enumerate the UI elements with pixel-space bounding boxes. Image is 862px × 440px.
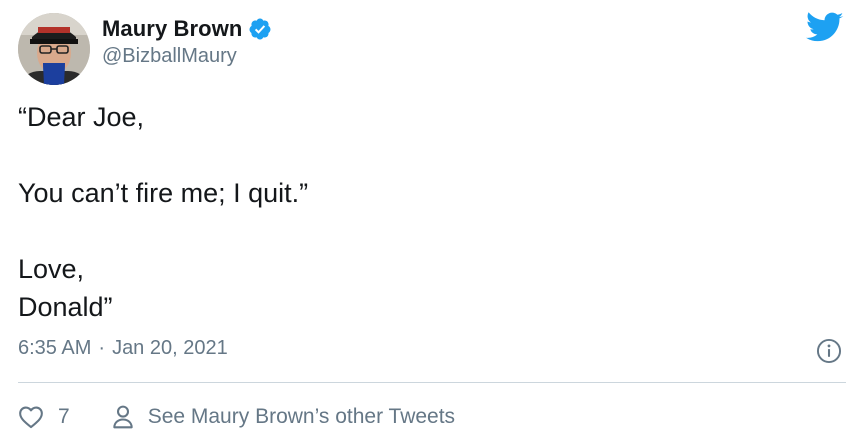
tweet-line: Love, <box>18 254 85 284</box>
like-count[interactable]: 7 <box>58 405 70 429</box>
other-tweets-link[interactable]: See Maury Brown’s other Tweets <box>112 404 455 430</box>
author-display-name[interactable]: Maury Brown <box>102 16 242 42</box>
verified-badge-icon <box>248 17 272 41</box>
person-icon <box>112 404 134 430</box>
tweet-text: “Dear Joe, You can’t fire me; I quit.” L… <box>18 98 838 326</box>
tweet-line: You can’t fire me; I quit.” <box>18 178 309 208</box>
tweet-actions: 7 See Maury Brown’s other Tweets <box>18 399 455 435</box>
avatar-image <box>18 13 90 85</box>
author-name-row[interactable]: Maury Brown <box>102 14 272 44</box>
avatar[interactable] <box>18 13 90 85</box>
heart-icon <box>18 405 44 429</box>
tweet-line: “Dear Joe, <box>18 102 145 132</box>
timestamp-separator: · <box>98 337 106 359</box>
twitter-bird-icon[interactable] <box>806 12 844 44</box>
tweet-time[interactable]: 6:35 AM <box>18 337 91 360</box>
info-icon[interactable] <box>816 338 842 364</box>
other-tweets-label[interactable]: See Maury Brown’s other Tweets <box>148 405 455 429</box>
like-button[interactable]: 7 <box>18 405 70 429</box>
tweet-date[interactable]: Jan 20, 2021 <box>112 337 228 360</box>
author-handle[interactable]: @BizballMaury <box>102 45 237 68</box>
tweet-timestamp[interactable]: 6:35 AM · Jan 20, 2021 <box>18 337 228 360</box>
divider <box>18 382 846 383</box>
tweet-line: Donald” <box>18 292 113 322</box>
embedded-tweet: Maury Brown @BizballMaury “Dear Joe, You… <box>0 0 862 440</box>
